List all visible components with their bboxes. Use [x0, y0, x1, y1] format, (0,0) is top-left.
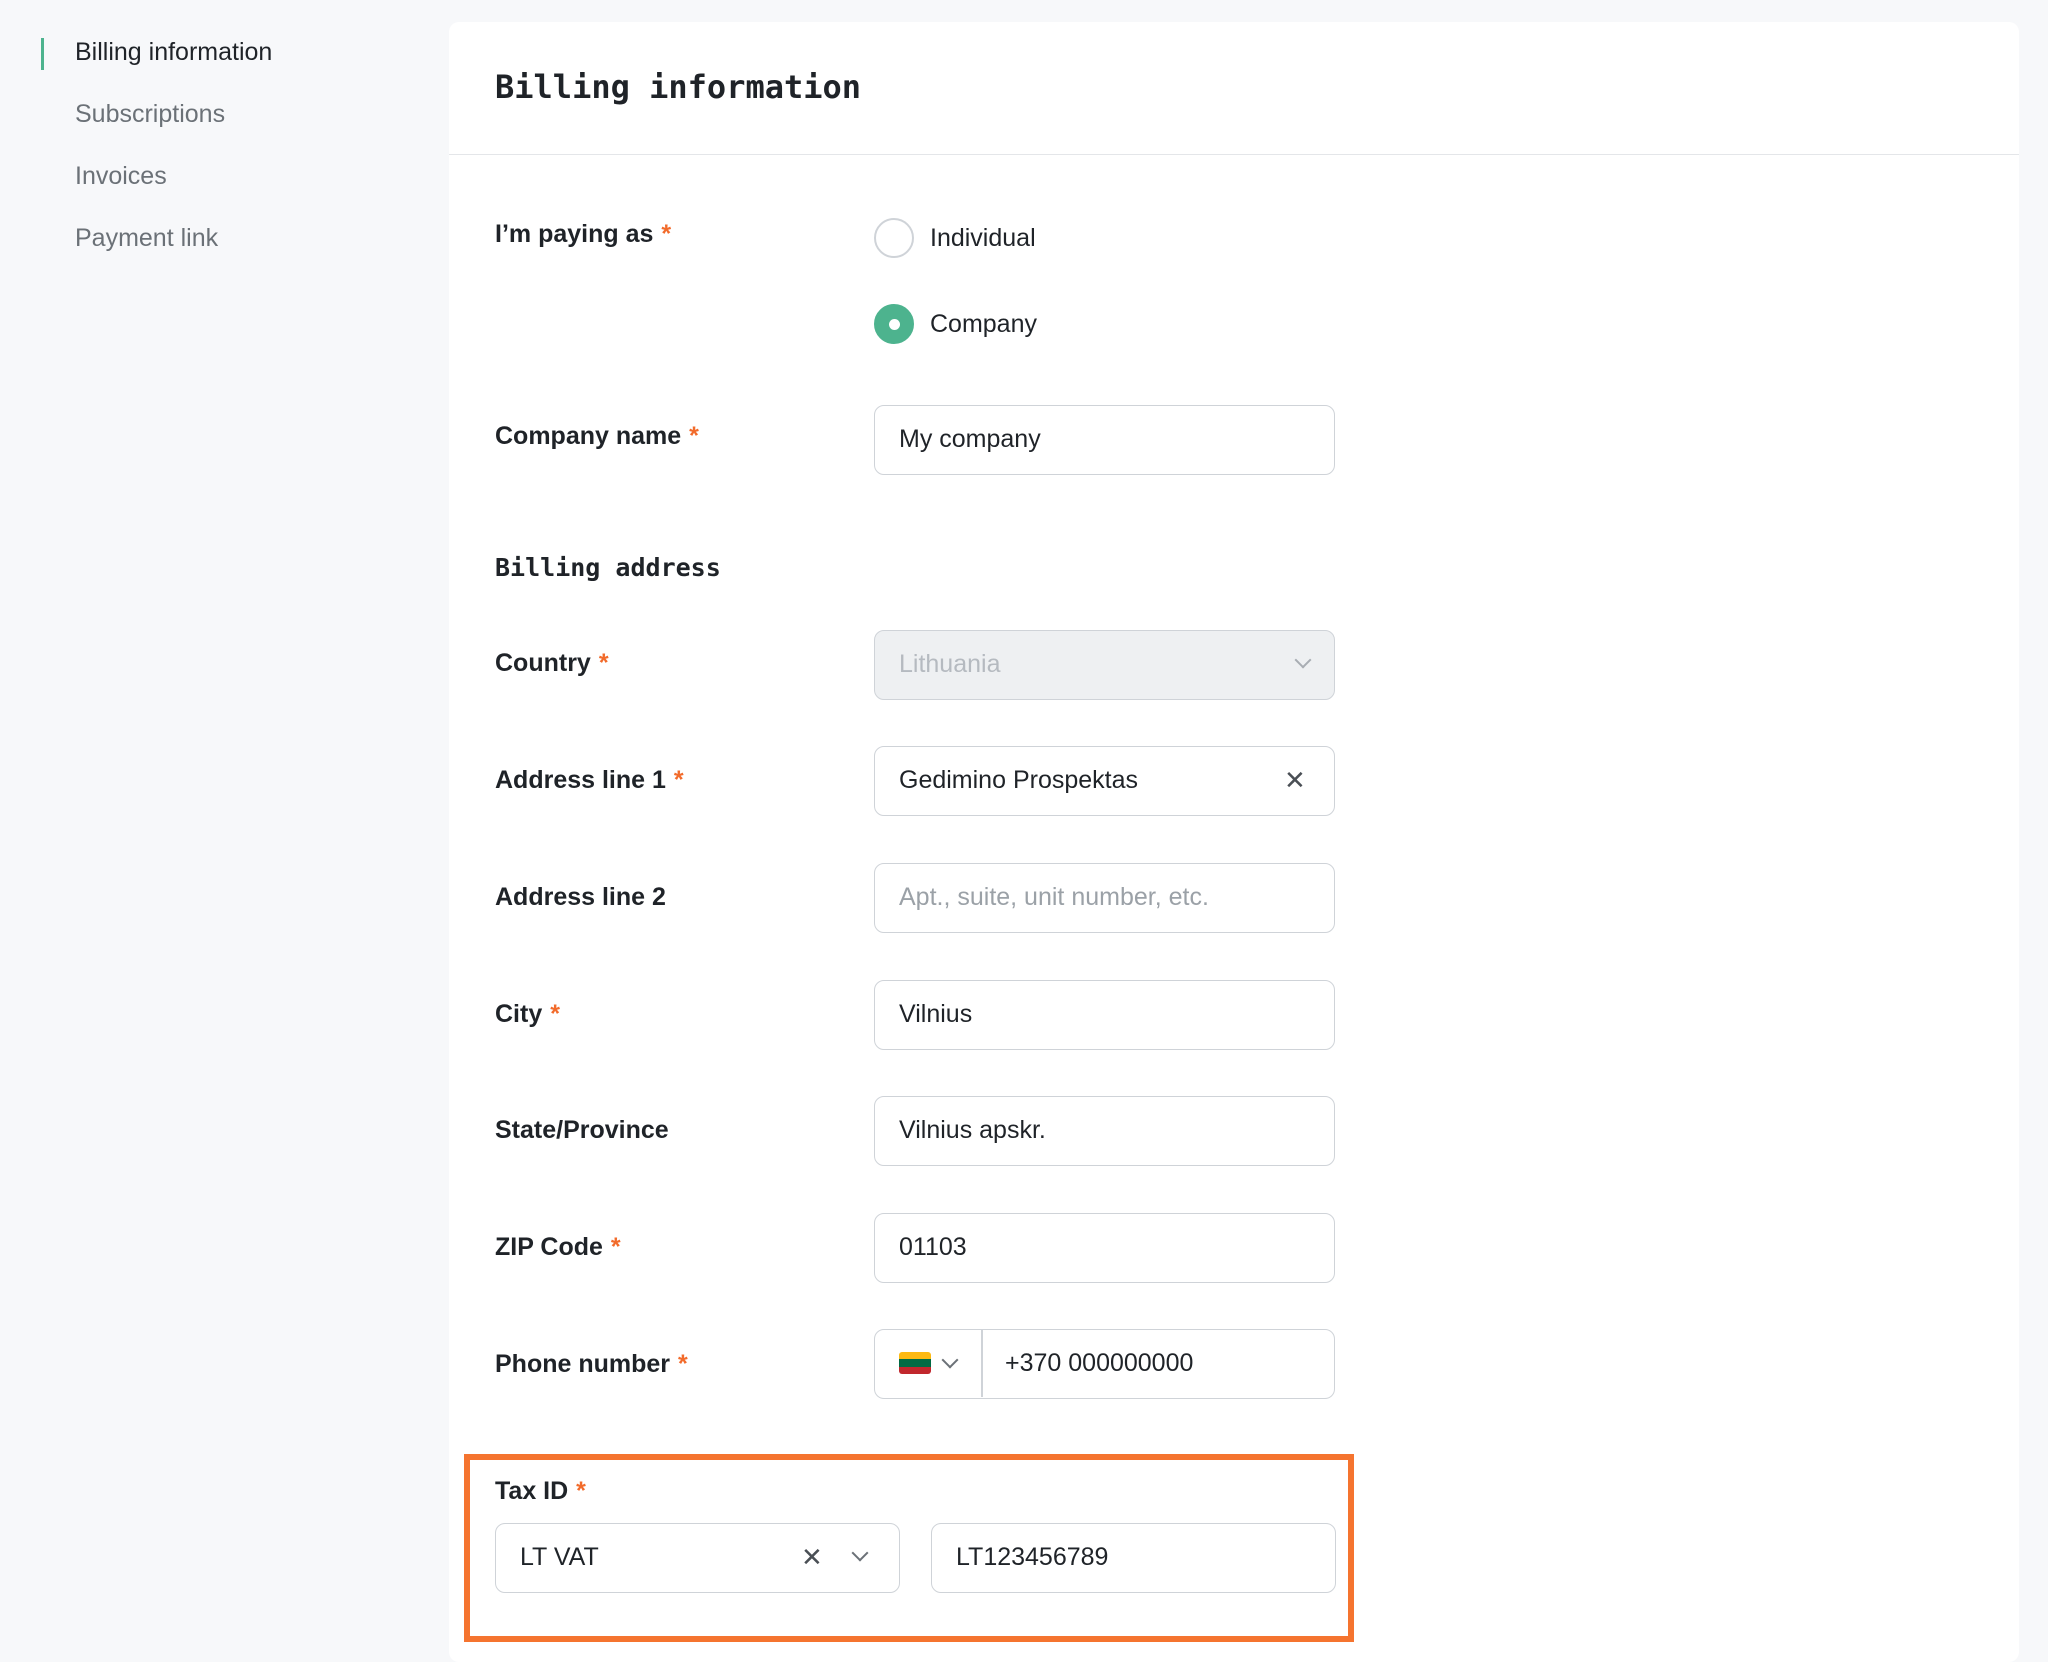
- zip-label: ZIP Code *: [495, 1233, 621, 1262]
- phone-input[interactable]: +370 000000000: [874, 1329, 1335, 1399]
- city-input[interactable]: Vilnius: [874, 980, 1335, 1050]
- city-label-text: City: [495, 1000, 543, 1028]
- sidebar-item-billing-information[interactable]: Billing information: [75, 38, 272, 67]
- tax-id-label-text: Tax ID: [495, 1477, 569, 1505]
- radio-individual-button[interactable]: [874, 218, 914, 258]
- close-icon[interactable]: ✕: [1284, 747, 1306, 814]
- city-value[interactable]: Vilnius: [899, 981, 972, 1048]
- required-marker: *: [598, 649, 609, 677]
- chevron-down-icon[interactable]: [941, 1351, 959, 1369]
- required-marker: *: [673, 766, 684, 794]
- radio-company-label[interactable]: Company: [930, 310, 1037, 339]
- address-line-2-placeholder[interactable]: Apt., suite, unit number, etc.: [899, 864, 1209, 931]
- phone-divider: [981, 1330, 983, 1397]
- card-header: Billing information: [449, 22, 2019, 155]
- city-label: City *: [495, 1000, 560, 1029]
- tax-id-value[interactable]: LT123456789: [956, 1524, 1108, 1591]
- address-line-1-value[interactable]: Gedimino Prospektas: [899, 747, 1138, 814]
- state-input[interactable]: Vilnius apskr.: [874, 1096, 1335, 1166]
- zip-value[interactable]: 01103: [899, 1214, 967, 1281]
- phone-label-text: Phone number: [495, 1350, 671, 1378]
- sidebar-item-payment-link[interactable]: Payment link: [75, 224, 218, 253]
- tax-id-input[interactable]: LT123456789: [931, 1523, 1336, 1593]
- address-line-2-label-text: Address line 2: [495, 883, 666, 911]
- radio-individual[interactable]: Individual: [874, 218, 1036, 258]
- required-marker: *: [576, 1477, 586, 1505]
- required-marker: *: [661, 220, 672, 248]
- billing-address-title: Billing address: [495, 553, 721, 582]
- address-line-1-label-text: Address line 1: [495, 766, 666, 794]
- required-marker: *: [689, 422, 699, 450]
- sidebar-item-subscriptions[interactable]: Subscriptions: [75, 100, 225, 129]
- phone-label: Phone number *: [495, 1350, 688, 1379]
- radio-company-button[interactable]: [874, 304, 914, 344]
- tax-id-type-select[interactable]: LT VAT ✕: [495, 1523, 900, 1593]
- address-line-1-label: Address line 1 *: [495, 766, 684, 795]
- paying-as-label: I’m paying as *: [495, 220, 671, 249]
- zip-input[interactable]: 01103: [874, 1213, 1335, 1283]
- country-value: Lithuania: [899, 650, 1001, 678]
- country-label-text: Country: [495, 649, 591, 677]
- company-name-label-text: Company name: [495, 422, 682, 450]
- radio-company[interactable]: Company: [874, 304, 1037, 344]
- country-select[interactable]: Lithuania: [874, 630, 1335, 700]
- required-marker: *: [610, 1233, 621, 1261]
- sidebar-item-invoices[interactable]: Invoices: [75, 162, 167, 191]
- company-name-value[interactable]: My company: [899, 406, 1041, 473]
- required-marker: *: [678, 1350, 688, 1378]
- close-icon[interactable]: ✕: [801, 1524, 823, 1591]
- active-nav-indicator: [41, 38, 44, 70]
- country-label: Country *: [495, 649, 609, 678]
- required-marker: *: [550, 1000, 560, 1028]
- chevron-down-icon: [1294, 651, 1312, 669]
- tax-id-type-value[interactable]: LT VAT: [520, 1524, 599, 1591]
- address-line-1-input[interactable]: Gedimino Prospektas ✕: [874, 746, 1335, 816]
- state-label: State/Province: [495, 1116, 669, 1145]
- phone-value[interactable]: +370 000000000: [1005, 1330, 1193, 1397]
- page-title: Billing information: [495, 68, 862, 106]
- paying-as-label-text: I’m paying as: [495, 220, 654, 248]
- state-label-text: State/Province: [495, 1116, 669, 1144]
- company-name-label: Company name *: [495, 422, 699, 451]
- address-line-2-label: Address line 2: [495, 883, 666, 912]
- address-line-2-input[interactable]: Apt., suite, unit number, etc.: [874, 863, 1335, 933]
- zip-label-text: ZIP Code: [495, 1233, 603, 1261]
- company-name-input[interactable]: My company: [874, 405, 1335, 475]
- sidebar: Billing information Subscriptions Invoic…: [0, 0, 440, 1646]
- state-value[interactable]: Vilnius apskr.: [899, 1097, 1046, 1164]
- chevron-down-icon[interactable]: [851, 1544, 869, 1562]
- tax-id-label: Tax ID *: [495, 1477, 586, 1506]
- flag-lithuania-icon[interactable]: [899, 1352, 931, 1374]
- billing-form-card: Billing information I’m paying as * Indiv…: [449, 22, 2019, 1662]
- radio-individual-label[interactable]: Individual: [930, 224, 1036, 253]
